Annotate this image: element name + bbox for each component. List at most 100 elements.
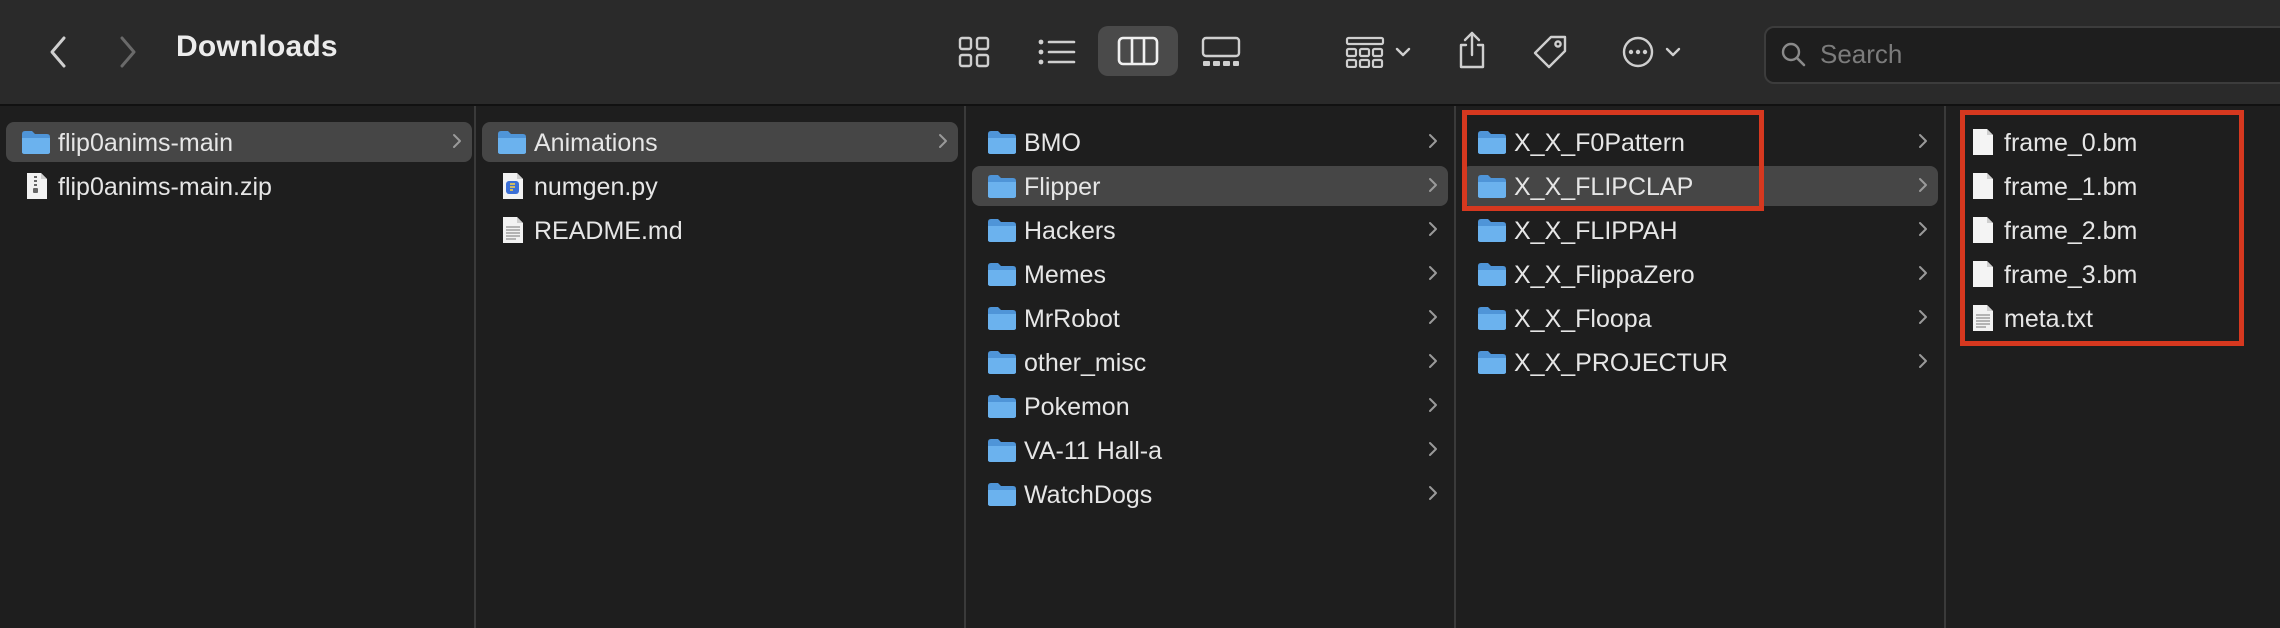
tags-button[interactable] (1528, 28, 1574, 74)
folder-icon (20, 128, 52, 156)
folder-icon (1476, 260, 1508, 288)
folder-icon (986, 128, 1018, 156)
document-icon (1966, 304, 1998, 332)
file-row[interactable]: flip0anims-main.zip (6, 166, 472, 206)
window-title: Downloads (176, 30, 338, 63)
item-label: flip0anims-main (58, 129, 234, 157)
folder-icon (986, 436, 1018, 464)
item-label: frame_3.bm (2004, 261, 2138, 289)
chevron-right-icon (452, 133, 462, 154)
chevron-right-icon (938, 133, 948, 154)
file-row[interactable]: frame_3.bm (1952, 254, 2252, 294)
chevron-right-icon (1428, 353, 1438, 374)
chevron-right-icon (120, 36, 136, 68)
ellipsis-circle-icon (1622, 36, 1654, 68)
share-button[interactable] (1452, 26, 1492, 74)
item-label: MrRobot (1024, 305, 1120, 333)
folder-icon (1476, 172, 1508, 200)
search-field[interactable] (1764, 26, 2280, 84)
chevron-right-icon (1428, 265, 1438, 286)
file-icon (1966, 216, 1998, 244)
file-row[interactable]: frame_1.bm (1952, 166, 2252, 206)
group-icon (1345, 36, 1385, 68)
column-3: BMO Flipper Hackers Memes MrRobot other_misc P… (966, 106, 1456, 628)
folder-row[interactable]: X_X_Floopa (1462, 298, 1938, 338)
item-label: X_X_Floopa (1514, 305, 1652, 333)
chevron-right-icon (1918, 221, 1928, 242)
folder-row[interactable]: Animations (482, 122, 958, 162)
gallery-icon (1201, 36, 1241, 66)
folder-row[interactable]: X_X_FLIPPAH (1462, 210, 1938, 250)
folder-row[interactable]: flip0anims-main (6, 122, 472, 162)
more-actions-button[interactable] (1614, 30, 1688, 74)
item-label: WatchDogs (1024, 481, 1153, 509)
search-input[interactable] (1818, 38, 2262, 70)
back-button[interactable] (38, 30, 78, 74)
item-label: other_misc (1024, 349, 1147, 377)
folder-row[interactable]: BMO (972, 122, 1448, 162)
folder-icon (986, 216, 1018, 244)
item-label: flip0anims-main.zip (58, 173, 272, 201)
item-label: meta.txt (2004, 305, 2093, 333)
folder-icon (986, 172, 1018, 200)
file-row[interactable]: frame_0.bm (1952, 122, 2252, 162)
chevron-right-icon (1428, 485, 1438, 506)
item-label: frame_2.bm (2004, 217, 2138, 245)
folder-icon (986, 480, 1018, 508)
chevron-right-icon (1918, 309, 1928, 330)
folder-icon (986, 260, 1018, 288)
folder-row[interactable]: Memes (972, 254, 1448, 294)
chevron-right-icon (1428, 177, 1438, 198)
file-row[interactable]: meta.txt (1952, 298, 2252, 338)
chevron-right-icon (1428, 397, 1438, 418)
file-icon (1966, 128, 1998, 156)
folder-row[interactable]: X_X_FlippaZero (1462, 254, 1938, 294)
icon-view-button[interactable] (952, 30, 996, 74)
item-label: VA-11 Hall-a (1024, 437, 1163, 465)
gallery-view-button[interactable] (1196, 30, 1246, 74)
forward-button[interactable] (108, 30, 148, 74)
item-label: Pokemon (1024, 393, 1130, 421)
folder-icon (1476, 216, 1508, 244)
column-5: frame_0.bm frame_1.bm frame_2.bm frame_3.bm… (1946, 106, 2280, 628)
item-label: X_X_F0Pattern (1514, 129, 1685, 157)
python-file-icon (496, 172, 528, 200)
folder-row[interactable]: X_X_FLIPCLAP (1462, 166, 1938, 206)
folder-row[interactable]: VA-11 Hall-a (972, 430, 1448, 470)
group-menu-button[interactable] (1340, 30, 1416, 74)
file-row[interactable]: numgen.py (482, 166, 958, 206)
folder-row[interactable]: WatchDogs (972, 474, 1448, 514)
item-label: Hackers (1024, 217, 1116, 245)
document-icon (496, 216, 528, 244)
folder-icon (1476, 348, 1508, 376)
list-view-button[interactable] (1032, 30, 1082, 74)
item-label: frame_1.bm (2004, 173, 2138, 201)
file-row[interactable]: frame_2.bm (1952, 210, 2252, 250)
item-label: frame_0.bm (2004, 129, 2138, 157)
file-row[interactable]: README.md (482, 210, 958, 250)
folder-icon (1476, 128, 1508, 156)
search-icon (1781, 42, 1806, 67)
folder-icon (986, 348, 1018, 376)
chevron-right-icon (1918, 133, 1928, 154)
item-label: X_X_PROJECTUR (1514, 349, 1728, 377)
toolbar: Downloads (0, 0, 2280, 106)
columns-icon (1117, 36, 1159, 66)
column-view-button[interactable] (1098, 26, 1178, 76)
tag-icon (1533, 35, 1567, 69)
folder-row[interactable]: X_X_PROJECTUR (1462, 342, 1938, 382)
folder-row[interactable]: MrRobot (972, 298, 1448, 338)
folder-row[interactable]: X_X_F0Pattern (1462, 122, 1938, 162)
chevron-down-icon (1395, 47, 1411, 57)
item-label: README.md (534, 217, 683, 245)
chevron-right-icon (1918, 353, 1928, 374)
folder-row[interactable]: other_misc (972, 342, 1448, 382)
file-icon (1966, 260, 1998, 288)
folder-row[interactable]: Hackers (972, 210, 1448, 250)
folder-row[interactable]: Pokemon (972, 386, 1448, 426)
chevron-right-icon (1428, 309, 1438, 330)
chevron-right-icon (1428, 133, 1438, 154)
folder-row[interactable]: Flipper (972, 166, 1448, 206)
folder-icon (986, 304, 1018, 332)
chevron-right-icon (1918, 177, 1928, 198)
